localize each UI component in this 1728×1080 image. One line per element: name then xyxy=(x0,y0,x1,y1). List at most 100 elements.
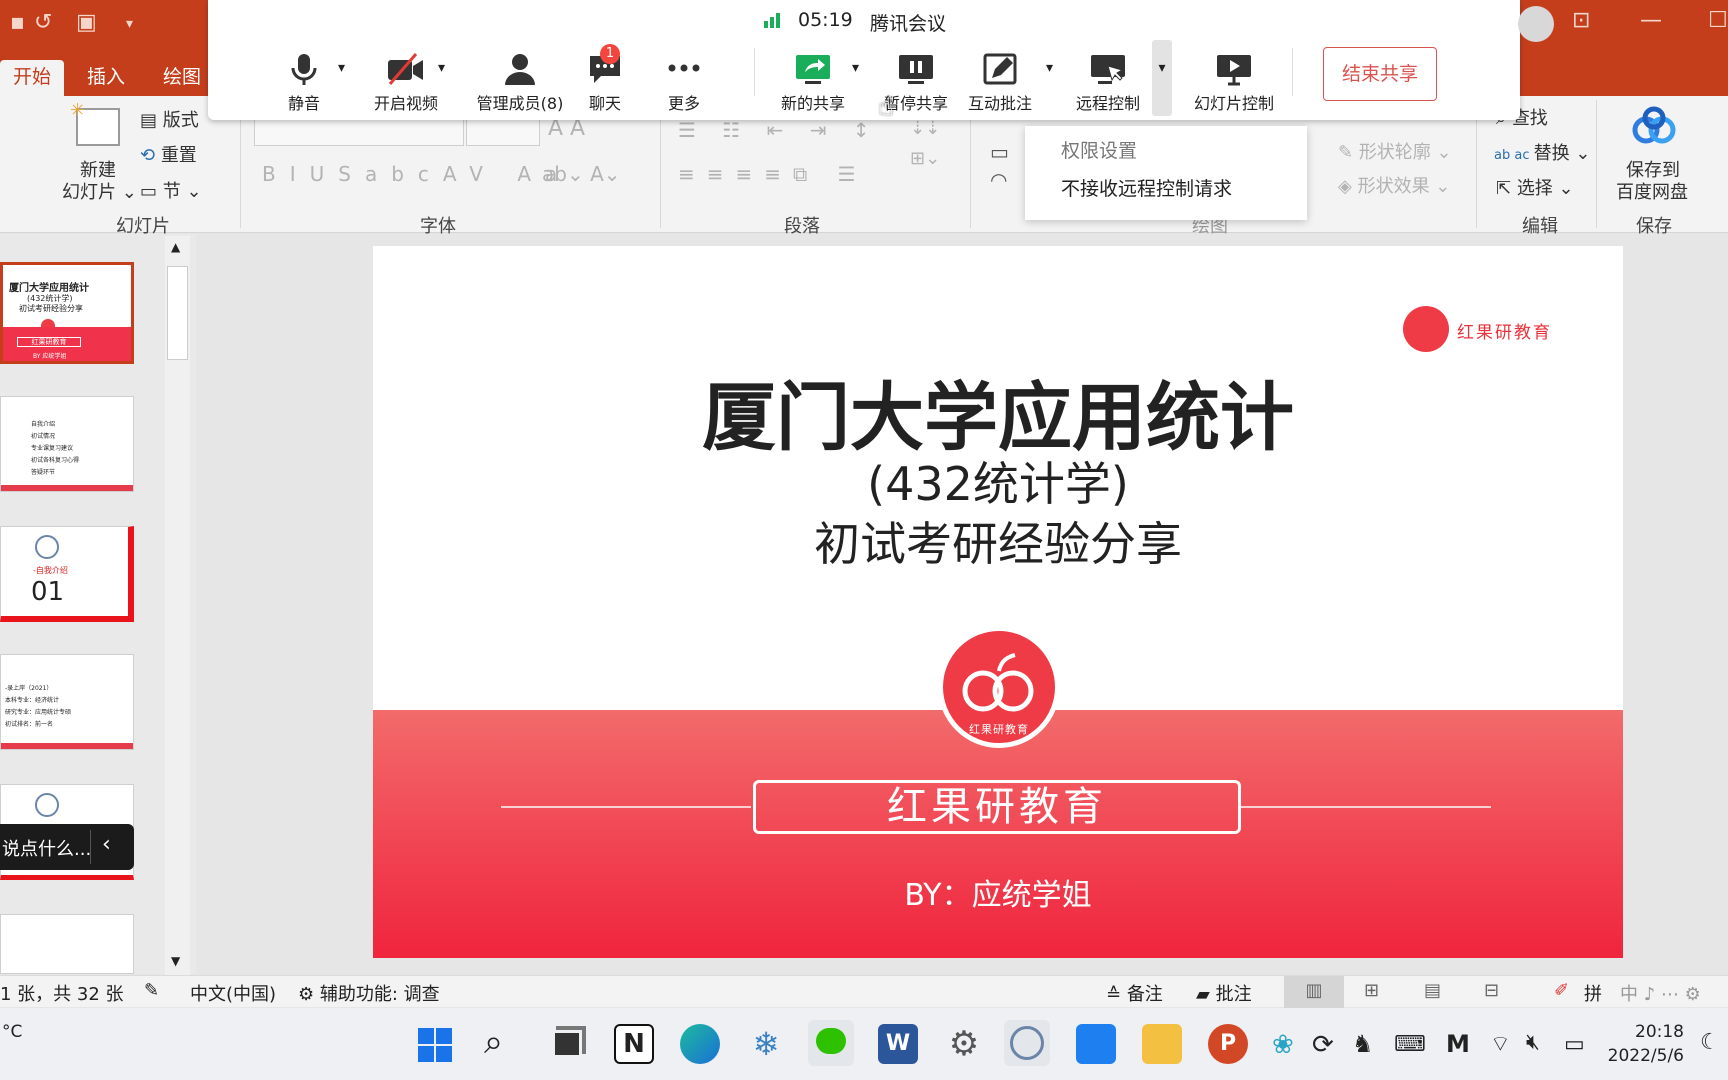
mute-button[interactable]: 静音 xyxy=(266,52,342,114)
section-button[interactable]: ▭ 节 ⌄ xyxy=(140,177,202,203)
menu-item-permission-settings[interactable]: 权限设置 xyxy=(1025,132,1307,170)
volume-muted-icon[interactable]: 🔇︎ xyxy=(1526,1030,1540,1055)
slide-thumbnail-1[interactable]: 厦门大学应用统计 (432统计学) 初试考研经验分享 红果研教育 BY 应统学姐 xyxy=(0,262,134,364)
search-icon[interactable]: ⌕ xyxy=(484,1022,503,1062)
task-view-icon[interactable] xyxy=(552,1030,582,1058)
scroll-down-icon[interactable]: ▼ xyxy=(171,954,180,968)
ime-mode[interactable]: 拼 xyxy=(1584,980,1602,1006)
tab-draw[interactable]: 绘图 xyxy=(150,60,214,96)
new-slide-label-2[interactable]: 幻灯片 ⌄ xyxy=(62,178,137,204)
shape-rect-icon[interactable]: ▭ xyxy=(990,140,1009,164)
more-button[interactable]: 更多 xyxy=(656,52,712,114)
shape-outline-button[interactable]: ✎ 形状轮廓 ⌄ xyxy=(1338,138,1452,164)
annotate-dropdown-icon[interactable]: ▾ xyxy=(1046,60,1053,76)
end-share-button[interactable]: 结束共享 xyxy=(1323,47,1437,101)
font-format-icons[interactable]: BIUSabcAV Aa xyxy=(262,162,571,186)
mute-dropdown-icon[interactable]: ▾ xyxy=(338,60,345,76)
slide-thumbnail-3[interactable]: -自我介绍 01 xyxy=(0,526,134,622)
align-icons[interactable]: ≡≡≡≡⧉ ☰ xyxy=(678,162,868,186)
spellcheck-icon[interactable]: ✎ xyxy=(144,980,159,1001)
highlight-font-color-icons[interactable]: ab⌄ A⌄ xyxy=(542,162,621,186)
thumb-subtitle-2: 初试考研经验分享 xyxy=(19,304,83,313)
thumbnail-scrollbar[interactable]: ▲ ▼ xyxy=(165,236,190,976)
weather-widget[interactable]: °C xyxy=(2,1022,22,1042)
slide-thumbnail-6[interactable] xyxy=(0,914,134,974)
word-icon[interactable]: W xyxy=(878,1024,918,1064)
remote-control-button[interactable]: 远程控制 xyxy=(1070,52,1146,114)
shape-curve-icon[interactable]: ◠ xyxy=(990,168,1007,192)
remote-control-dropdown-icon[interactable]: ▾ xyxy=(1152,40,1172,116)
customize-quick-access-icon[interactable]: ▾ xyxy=(126,16,133,32)
language-indicator[interactable]: 中文(中国) xyxy=(190,980,276,1006)
text-direction-icon[interactable]: ⇣⇣ xyxy=(910,118,940,139)
thumb4-line: -录上岸（2021） xyxy=(5,685,53,692)
powerpoint-icon[interactable]: P xyxy=(1208,1024,1248,1064)
edge-icon[interactable] xyxy=(680,1024,720,1064)
replace-button[interactable]: ab ac 替换 ⌄ xyxy=(1494,139,1590,165)
notion-icon[interactable]: N xyxy=(614,1024,654,1064)
scroll-thumb[interactable] xyxy=(167,266,188,360)
slide-thumbnail-4[interactable]: -录上岸（2021） 本科专业：经济统计 研究专业：应用统计专硕 初试排名：前一… xyxy=(0,654,134,750)
tray-m-icon[interactable]: M xyxy=(1446,1030,1470,1058)
scroll-up-icon[interactable]: ▲ xyxy=(171,240,180,254)
slide-thumbnail-2[interactable]: 自我介绍 初试情况 专业课复习建议 初试各科复习心得 答疑环节 xyxy=(0,396,134,492)
collapse-chevron-icon[interactable]: ‹ xyxy=(102,832,111,857)
tencent-meeting-icon[interactable] xyxy=(1076,1024,1116,1064)
snowflake-app-icon[interactable]: ❄ xyxy=(746,1024,786,1064)
slide-sorter-icon[interactable]: ⊞ xyxy=(1364,980,1379,1001)
reset-button[interactable]: ⟲ 重置 xyxy=(140,141,197,167)
ime-toolbar-icon[interactable]: ✐ xyxy=(1554,980,1569,1001)
comments-button[interactable]: ▰ 批注 xyxy=(1196,980,1252,1006)
annotate-button[interactable]: 互动批注 xyxy=(964,52,1036,114)
slide-control-button[interactable]: 幻灯片控制 xyxy=(1186,52,1282,114)
slideshow-view-icon[interactable]: ⊟ xyxy=(1484,980,1499,1001)
accessibility-button[interactable]: ⚙ 辅助功能: 调查 xyxy=(298,980,440,1006)
share-dropdown-icon[interactable]: ▾ xyxy=(852,60,859,76)
manage-members-button[interactable]: 管理成员(8) xyxy=(458,52,582,114)
sync-icon[interactable]: ⟳ xyxy=(1312,1030,1334,1060)
normal-view-icon[interactable]: ▥ xyxy=(1284,976,1344,1008)
align-text-icon[interactable]: ⊞⌄ xyxy=(910,148,940,169)
qq-icon[interactable]: ♞ xyxy=(1352,1030,1374,1058)
decor-line-right xyxy=(1241,806,1491,808)
tab-insert[interactable]: 插入 xyxy=(74,60,138,96)
avatar[interactable] xyxy=(1518,6,1554,42)
chat-hint-overlay[interactable]: 说点什么... ‹ xyxy=(0,824,134,870)
reading-view-icon[interactable]: ▤ xyxy=(1424,980,1441,1001)
present-icon[interactable]: ▣ xyxy=(76,10,97,35)
chat-badge: 1 xyxy=(600,44,620,64)
corner-logo-icon xyxy=(1403,306,1449,352)
keyboard-icon[interactable]: ⌨ xyxy=(1394,1032,1426,1057)
select-button[interactable]: ⇱ 选择 ⌄ xyxy=(1496,174,1574,200)
layout-button[interactable]: ▤ 版式 xyxy=(140,106,199,132)
tab-home[interactable]: 开始 xyxy=(0,60,65,96)
menu-item-reject-remote-control[interactable]: 不接收远程控制请求 xyxy=(1025,170,1307,208)
save-baidu-label-2[interactable]: 百度网盘 xyxy=(1616,178,1688,204)
file-explorer-icon[interactable] xyxy=(1142,1024,1182,1064)
list-icons[interactable]: ☰ ☷ ⇤ ⇥ ↕ xyxy=(678,118,880,142)
tray-app-icon[interactable]: ❀ xyxy=(1272,1030,1294,1060)
notes-button[interactable]: ≙ 备注 xyxy=(1106,980,1163,1006)
start-icon[interactable] xyxy=(418,1028,452,1066)
shape-effect-button[interactable]: ◈ 形状效果 ⌄ xyxy=(1338,172,1450,198)
settings-gear-icon[interactable]: ⚙ xyxy=(944,1024,984,1064)
battery-icon[interactable]: ▭ xyxy=(1564,1032,1585,1057)
wifi-icon[interactable]: ⌔ xyxy=(1490,1030,1511,1058)
minimize-icon[interactable]: — xyxy=(1640,8,1662,33)
university-app-taskbar-button[interactable] xyxy=(1004,1020,1050,1066)
video-dropdown-icon[interactable]: ▾ xyxy=(438,60,445,76)
maximize-icon[interactable]: ☐ xyxy=(1708,8,1728,33)
current-slide[interactable]: 红果研教育 厦门大学应用统计 (432统计学) 初试考研经验分享 红果研教育 红… xyxy=(373,246,1623,958)
more-label: 更多 xyxy=(667,94,700,113)
annotate-pen-icon xyxy=(983,53,1017,85)
undo-icon[interactable]: ↺ xyxy=(34,10,52,35)
night-mode-icon[interactable]: ☾ xyxy=(1700,1030,1720,1055)
ime-options-icon[interactable]: 中 ♪ ⋯ ⚙ xyxy=(1620,980,1701,1006)
wechat-taskbar-button[interactable] xyxy=(808,1020,854,1066)
ribbon-display-icon[interactable]: ⊡ xyxy=(1572,8,1590,33)
agenda-item: 专业课复习建议 xyxy=(31,445,74,452)
new-share-button[interactable]: 新的共享 xyxy=(774,52,852,114)
clock-time[interactable]: 20:18 xyxy=(1620,1022,1684,1042)
clock-date[interactable]: 2022/5/6 xyxy=(1594,1046,1684,1066)
save-icon[interactable]: ▪ xyxy=(10,10,25,35)
